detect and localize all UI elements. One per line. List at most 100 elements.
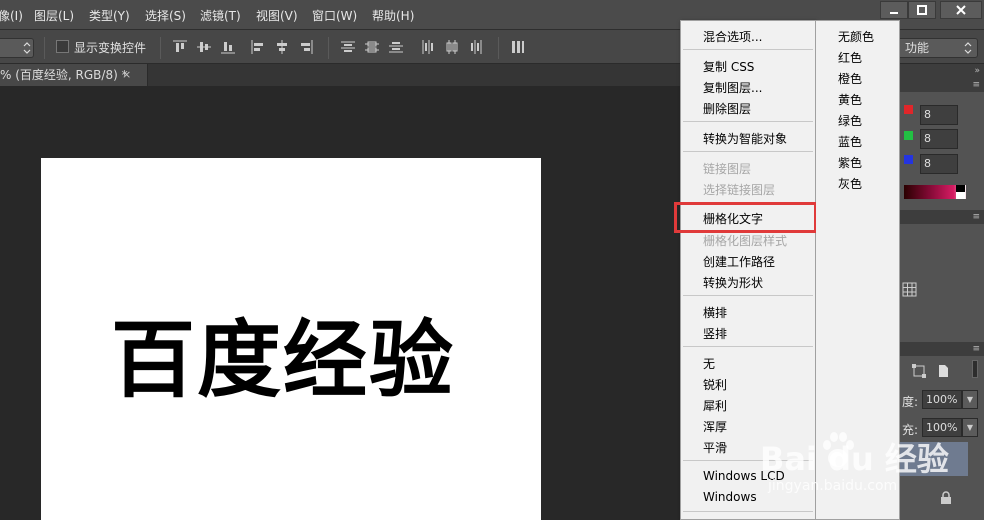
- auto-align-icon[interactable]: [510, 39, 526, 55]
- menu-item-yellow[interactable]: 黄色: [838, 91, 862, 108]
- opacity-dropdown-icon[interactable]: ▼: [962, 390, 978, 409]
- document-canvas[interactable]: 百度经验: [41, 158, 541, 520]
- menu-item-aa-sharp[interactable]: 锐利: [703, 376, 727, 393]
- transform-icon[interactable]: [912, 364, 926, 378]
- menu-help[interactable]: 帮助(H): [372, 7, 414, 24]
- fill-dropdown-icon[interactable]: ▼: [962, 418, 978, 437]
- panel-collapse-bar[interactable]: »: [900, 64, 984, 78]
- menu-item-violet[interactable]: 紫色: [838, 154, 862, 171]
- align-bottom-icon[interactable]: [220, 39, 236, 55]
- updown-arrow-icon: [964, 42, 972, 54]
- black-swatch[interactable]: [956, 185, 965, 192]
- page-icon[interactable]: [936, 364, 950, 378]
- distribute-left-icon[interactable]: [420, 39, 436, 55]
- panel-menu-icon[interactable]: ≡: [972, 344, 980, 354]
- menu-item-delete-layer[interactable]: 删除图层: [703, 100, 751, 117]
- panel-menu-icon[interactable]: ≡: [972, 212, 980, 222]
- scrollbar-thumb[interactable]: [972, 360, 978, 378]
- close-window-button[interactable]: [940, 1, 982, 19]
- maximize-icon: [917, 5, 927, 15]
- menu-filter[interactable]: 滤镜(T): [200, 7, 241, 24]
- menu-layer[interactable]: 图层(L): [34, 7, 74, 24]
- toolbar-divider: [498, 37, 499, 59]
- rasterize-highlight-box: [674, 202, 817, 233]
- collapse-arrows-icon[interactable]: »: [974, 66, 980, 76]
- align-left-icon[interactable]: [250, 39, 266, 55]
- menu-item-no-color[interactable]: 无颜色: [838, 28, 874, 45]
- menu-separator: [683, 49, 813, 50]
- menu-item-select-linked-layers: 选择链接图层: [703, 183, 776, 197]
- menu-image[interactable]: 像(I): [0, 7, 23, 24]
- document-tab[interactable]: % (百度经验, RGB/8) * ×: [0, 64, 148, 86]
- menu-item-horizontal[interactable]: 横排: [703, 304, 727, 321]
- distribute-bottom-icon[interactable]: [388, 39, 404, 55]
- align-top-icon[interactable]: [172, 39, 188, 55]
- workspace-label: 功能: [905, 41, 930, 55]
- menu-item-copy-css[interactable]: 复制 CSS: [703, 58, 754, 75]
- minimize-icon: [890, 12, 898, 14]
- panel-menu-icon[interactable]: ≡: [972, 80, 980, 90]
- menu-item-orange[interactable]: 橙色: [838, 70, 862, 87]
- selected-layer-row[interactable]: [900, 442, 968, 476]
- menu-view[interactable]: 视图(V): [256, 7, 298, 24]
- menu-item-windows[interactable]: Windows: [703, 490, 757, 504]
- menu-item-blending-options[interactable]: 混合选项...: [703, 28, 762, 45]
- menu-item-aa-strong[interactable]: 浑厚: [703, 418, 727, 435]
- menu-item-green[interactable]: 绿色: [838, 112, 862, 129]
- canvas-text-layer[interactable]: 百度经验: [111, 293, 455, 414]
- menu-type[interactable]: 类型(Y): [89, 7, 130, 24]
- menu-separator: [683, 151, 813, 152]
- menu-separator: [683, 460, 813, 461]
- menu-item-gray[interactable]: 灰色: [838, 175, 862, 192]
- menu-separator: [683, 511, 813, 512]
- preset-dropdown[interactable]: [0, 38, 34, 58]
- menu-item-blue[interactable]: 蓝色: [838, 133, 862, 150]
- document-tab-bar: % (百度经验, RGB/8) * ×: [0, 64, 680, 86]
- distribute-right-icon[interactable]: [468, 39, 484, 55]
- fill-field[interactable]: 100%: [922, 418, 962, 437]
- fill-label: 充:: [902, 423, 919, 437]
- layer-color-menu: 无颜色 红色 橙色 黄色 绿色 蓝色 紫色 灰色: [816, 20, 900, 520]
- blue-value-field[interactable]: 8: [920, 154, 958, 174]
- grid-icon[interactable]: [902, 282, 918, 298]
- right-panels: » ≡ 8 8 8 ≡ ≡ 度: 100% ▼ 充: 100% ▼: [900, 64, 984, 520]
- menu-separator: [683, 295, 813, 296]
- menu-separator: [683, 121, 813, 122]
- menu-item-vertical[interactable]: 竖排: [703, 325, 727, 342]
- minimize-button[interactable]: [880, 1, 908, 19]
- distribute-vcenter-icon[interactable]: [364, 39, 380, 55]
- layer-context-menu: 混合选项... 复制 CSS 复制图层... 删除图层 转换为智能对象 链接图层…: [674, 20, 817, 520]
- menu-select[interactable]: 选择(S): [145, 7, 186, 24]
- close-icon: [956, 5, 966, 15]
- align-right-icon[interactable]: [298, 39, 314, 55]
- menu-item-create-work-path[interactable]: 创建工作路径: [703, 253, 775, 270]
- align-vcenter-icon[interactable]: [196, 39, 212, 55]
- menu-item-red[interactable]: 红色: [838, 49, 862, 66]
- layers-panel-header: ≡: [900, 342, 984, 356]
- maximize-button[interactable]: [908, 1, 936, 19]
- menu-item-aa-crisp[interactable]: 犀利: [703, 397, 727, 414]
- tab-close-icon[interactable]: ×: [122, 64, 131, 86]
- menu-separator: [683, 346, 813, 347]
- lock-icon[interactable]: [940, 491, 952, 505]
- document-tab-title: % (百度经验, RGB/8) *: [0, 68, 128, 82]
- show-transform-checkbox[interactable]: [56, 40, 69, 53]
- green-value-field[interactable]: 8: [920, 129, 958, 149]
- menu-item-aa-smooth[interactable]: 平滑: [703, 439, 727, 456]
- opacity-field[interactable]: 100%: [922, 390, 962, 409]
- menu-item-convert-to-shape[interactable]: 转换为形状: [703, 274, 763, 291]
- distribute-hcenter-icon[interactable]: [444, 39, 460, 55]
- red-value-field[interactable]: 8: [920, 105, 958, 125]
- workspace-dropdown[interactable]: 功能: [896, 38, 978, 58]
- menu-window[interactable]: 窗口(W): [312, 7, 357, 24]
- align-hcenter-icon[interactable]: [274, 39, 290, 55]
- red-slider-marker: [904, 105, 913, 114]
- distribute-top-icon[interactable]: [340, 39, 356, 55]
- adjustments-panel-header: ≡: [900, 210, 984, 224]
- menu-item-aa-none[interactable]: 无: [703, 355, 715, 372]
- white-swatch[interactable]: [956, 192, 965, 199]
- toolbar-divider: [44, 37, 45, 59]
- menu-item-windows-lcd[interactable]: Windows LCD: [703, 469, 785, 483]
- menu-item-duplicate-layer[interactable]: 复制图层...: [703, 79, 762, 96]
- menu-item-convert-smart-object[interactable]: 转换为智能对象: [703, 130, 787, 147]
